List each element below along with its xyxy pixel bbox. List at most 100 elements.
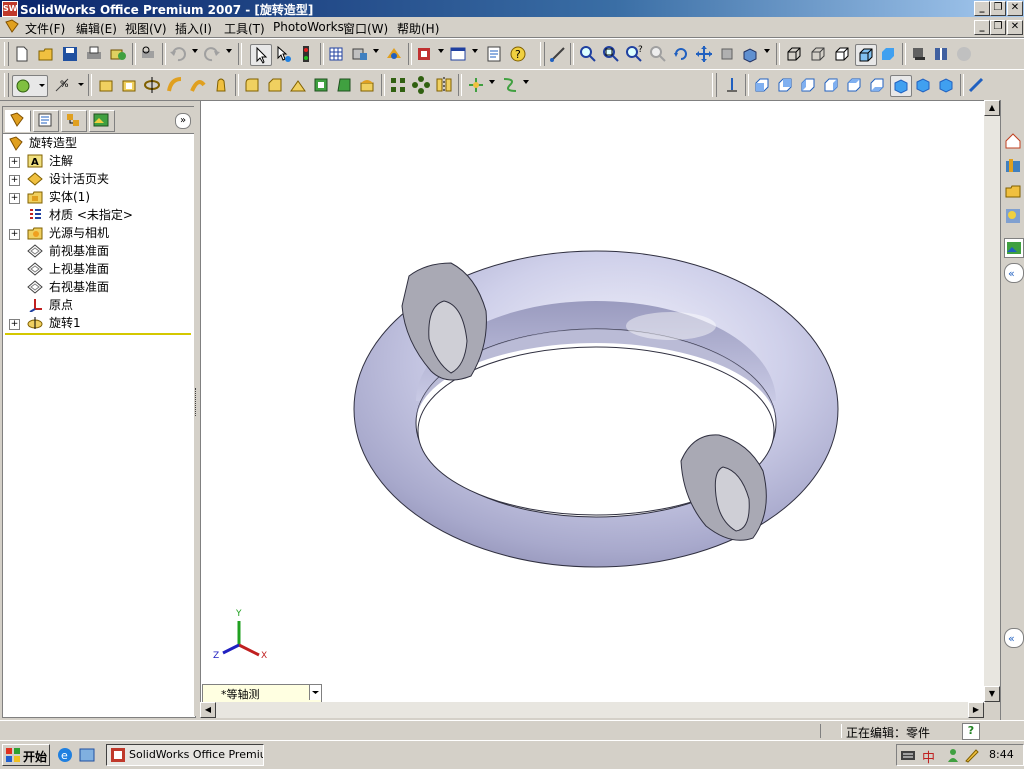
menu-window[interactable]: 窗口(W)	[343, 20, 388, 37]
tree-item[interactable]: + 旋转1	[3, 315, 191, 332]
menu-view[interactable]: 视图(V)	[125, 20, 167, 37]
rebuild-part-icon[interactable]	[384, 44, 404, 64]
menu-help[interactable]: 帮助(H)	[397, 20, 439, 37]
menu-tools[interactable]: 工具(T)	[224, 20, 265, 37]
restore-button[interactable]: ❐	[990, 1, 1006, 16]
curves-icon[interactable]	[500, 75, 520, 95]
document-icon[interactable]	[4, 19, 20, 34]
doc-minimize-button[interactable]: _	[974, 20, 990, 35]
property-manager-tab[interactable]	[33, 110, 59, 132]
hidden-lines-removed-icon[interactable]	[832, 44, 852, 64]
measure-icon[interactable]	[548, 44, 568, 64]
zoom-area-icon[interactable]	[601, 44, 621, 64]
shaded-with-edges-icon[interactable]	[855, 44, 877, 66]
scroll-right-icon[interactable]: ▶	[968, 702, 984, 718]
front-view-icon[interactable]	[752, 75, 772, 95]
zoom-in-out-icon[interactable]: ?	[624, 44, 644, 64]
tree-item[interactable]: 原点	[3, 297, 191, 314]
trimetric-view-icon[interactable]	[913, 75, 933, 95]
menu-photoworks[interactable]: PhotoWorks	[273, 20, 344, 34]
zoom-fit-icon[interactable]	[578, 44, 598, 64]
traffic-light-icon[interactable]	[296, 44, 316, 64]
torus-part-model[interactable]	[201, 101, 985, 703]
top-view-icon[interactable]	[844, 75, 864, 95]
sweep-icon[interactable]	[165, 75, 185, 95]
isometric-view-icon[interactable]	[890, 75, 912, 97]
shadows-icon[interactable]	[908, 44, 928, 64]
sketch-icon[interactable]	[12, 75, 48, 97]
view-orientation-icon[interactable]	[740, 44, 760, 64]
new-icon[interactable]	[12, 44, 32, 64]
vertical-scrollbar[interactable]: ▲ ▼	[984, 100, 1000, 702]
taskbar-solidworks-item[interactable]: SolidWorks Office Premiu...	[106, 744, 264, 766]
minimize-button[interactable]: _	[974, 1, 990, 16]
view-selector-icon[interactable]	[966, 75, 986, 95]
shell-icon[interactable]	[311, 75, 331, 95]
normal-to-icon[interactable]	[722, 75, 742, 95]
dome-icon[interactable]	[357, 75, 377, 95]
tree-item[interactable]: 上视基准面	[3, 261, 191, 278]
hidden-lines-visible-icon[interactable]	[808, 44, 828, 64]
loft-icon[interactable]	[188, 75, 208, 95]
scroll-up-icon[interactable]: ▲	[984, 100, 1000, 116]
window-layout-icon[interactable]	[448, 44, 468, 64]
smart-dimension-icon[interactable]: %	[52, 75, 86, 95]
tree-item[interactable]: 材质 <未指定>	[3, 207, 191, 224]
configuration-manager-tab[interactable]	[61, 110, 87, 132]
tree-item[interactable]: 右视基准面	[3, 279, 191, 296]
tree-item[interactable]: + A 注解	[3, 153, 191, 170]
help-status-icon[interactable]: ?	[962, 723, 980, 740]
view-orientation-dropdown[interactable]: *等轴测	[202, 684, 322, 703]
search-icon[interactable]	[1004, 207, 1022, 225]
dimetric-view-icon[interactable]	[936, 75, 956, 95]
expand-icon[interactable]: +	[9, 157, 20, 168]
bottom-view-icon[interactable]	[867, 75, 887, 95]
rebuild-icon[interactable]	[108, 44, 128, 64]
fillet-icon[interactable]	[242, 75, 262, 95]
realview-icon[interactable]	[954, 44, 974, 64]
roll-view-icon[interactable]	[717, 44, 737, 64]
design-library-icon[interactable]	[1004, 157, 1022, 175]
display-manager-tab[interactable]	[89, 110, 115, 132]
home-icon[interactable]	[1004, 132, 1022, 150]
file-explorer-icon[interactable]	[1004, 182, 1022, 200]
menu-file[interactable]: 文件(F)	[25, 20, 65, 37]
undo-icon[interactable]	[168, 44, 188, 64]
tree-item[interactable]: + 光源与相机	[3, 225, 191, 242]
photoworks-icon[interactable]	[414, 44, 434, 64]
cut-extrude-icon[interactable]	[119, 75, 139, 95]
pencil-tray-icon[interactable]	[964, 747, 980, 763]
horizontal-scrollbar[interactable]: ◀ ▶	[200, 702, 984, 718]
grid-icon[interactable]	[326, 44, 346, 64]
doc-close-button[interactable]: ✕	[1007, 20, 1023, 35]
scroll-down-icon[interactable]: ▼	[984, 686, 1000, 702]
expand-icon[interactable]: +	[9, 319, 20, 330]
appearances-icon[interactable]	[1004, 238, 1024, 258]
print-icon[interactable]	[84, 44, 104, 64]
start-button[interactable]: 开始	[2, 744, 50, 766]
collapse-taskpane-icon[interactable]: «	[1004, 263, 1024, 283]
internet-explorer-icon[interactable]: e	[56, 746, 74, 764]
select-other-icon[interactable]	[273, 44, 293, 64]
tree-item[interactable]: 前视基准面	[3, 243, 191, 260]
save-icon[interactable]	[60, 44, 80, 64]
menu-edit[interactable]: 编辑(E)	[76, 20, 117, 37]
expand-taskpane-icon[interactable]: «	[1004, 628, 1024, 648]
right-view-icon[interactable]	[821, 75, 841, 95]
tree-item[interactable]: + 实体(1)	[3, 189, 191, 206]
back-view-icon[interactable]	[775, 75, 795, 95]
splitter-grip[interactable]	[195, 388, 199, 416]
shaded-icon[interactable]	[878, 44, 898, 64]
menu-insert[interactable]: 插入(I)	[175, 20, 212, 37]
close-button[interactable]: ✕	[1007, 1, 1023, 16]
notes-icon[interactable]	[484, 44, 504, 64]
reference-geometry-icon[interactable]	[466, 75, 486, 95]
section-view-icon[interactable]	[931, 44, 951, 64]
expand-panel-icon[interactable]: »	[175, 113, 191, 129]
doc-restore-button[interactable]: ❐	[990, 20, 1006, 35]
select-icon[interactable]	[250, 44, 272, 66]
users-icon[interactable]	[945, 747, 961, 763]
extrude-boss-icon[interactable]	[96, 75, 116, 95]
chevron-down-icon[interactable]	[309, 685, 321, 700]
solidworks-app-icon[interactable]: SW	[2, 1, 18, 17]
